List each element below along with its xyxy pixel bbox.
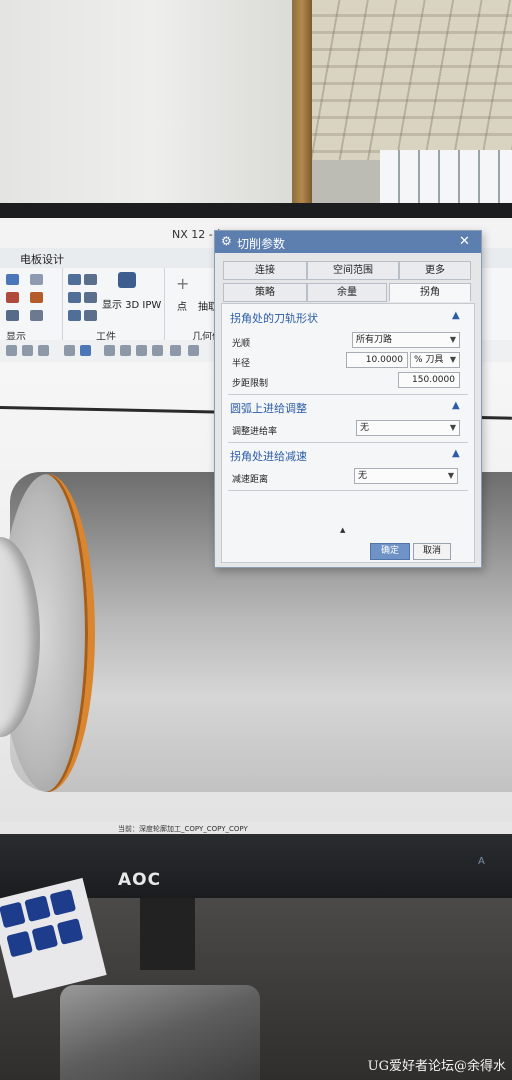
step-limit-input[interactable]: 150.0000 xyxy=(398,372,460,388)
cube-cell xyxy=(0,901,26,929)
monitor-power-indicator: A xyxy=(478,856,485,867)
box-select-icon[interactable] xyxy=(38,345,49,356)
target-icon[interactable] xyxy=(6,310,19,321)
decel-distance-select[interactable]: 无 ▼ xyxy=(354,468,458,484)
decel-distance-label: 减速距离 xyxy=(232,475,269,485)
tool-icon[interactable] xyxy=(118,272,136,288)
smoothing-label: 光顺 xyxy=(232,339,251,349)
dialog-titlebar[interactable]: ⚙ 切削参数 ✕ xyxy=(215,231,481,253)
monitor-stand xyxy=(140,898,195,970)
cube-icon[interactable] xyxy=(80,345,91,356)
smoothing-value: 所有刀路 xyxy=(356,335,393,345)
status-text: 当前：深度轮廓加工_COPY_COPY_COPY xyxy=(118,825,248,833)
select-icon[interactable] xyxy=(22,345,33,356)
rotate-icon[interactable] xyxy=(136,345,147,356)
tab-corners[interactable]: 拐角 xyxy=(389,283,471,302)
shade-icon[interactable] xyxy=(64,345,75,356)
monitor-screen: NX 12 - 加工 电板设计 显示 显示 3D IPW 工件 + 点 抽取 几… xyxy=(0,218,512,834)
step-limit-label: 步距限制 xyxy=(232,379,269,389)
factory-window xyxy=(380,150,512,210)
section-arc-feed-header[interactable]: 圆弧上进给调整 xyxy=(230,400,307,416)
play-icon[interactable] xyxy=(68,274,81,285)
radius-unit-select[interactable]: % 刀具 ▼ xyxy=(410,352,460,368)
chevron-down-icon: ▼ xyxy=(449,355,456,364)
verify-icon[interactable] xyxy=(68,292,81,303)
collapse-icon[interactable]: ▲ xyxy=(452,448,460,459)
cube-cell xyxy=(56,918,84,945)
status-bar xyxy=(0,822,512,834)
tab-connect[interactable]: 连接 xyxy=(223,261,307,280)
collapse-icon[interactable]: ▲ xyxy=(452,310,460,321)
layer-icon[interactable] xyxy=(30,274,43,285)
chevron-down-icon: ▼ xyxy=(447,471,454,480)
watermark: UG爱好者论坛@余得水 xyxy=(367,1059,506,1074)
cube-cell xyxy=(24,895,51,922)
render-icon[interactable] xyxy=(170,345,181,356)
feed-rate-label: 调整进给率 xyxy=(232,427,278,437)
monitor-bezel-top xyxy=(0,203,512,219)
play-step-icon[interactable] xyxy=(84,274,97,285)
collapse-icon[interactable]: ▲ xyxy=(452,400,460,411)
zoom-icon[interactable] xyxy=(120,345,131,356)
cube-cell xyxy=(31,924,59,952)
wooden-pillar xyxy=(292,0,312,210)
section-corner-decel-header[interactable]: 拐角处进给减速 xyxy=(230,448,307,464)
radius-label: 半径 xyxy=(232,359,251,369)
chevron-down-icon: ▼ xyxy=(449,423,456,432)
hammer-icon[interactable] xyxy=(30,292,43,303)
monitor-brand-logo: AOC xyxy=(118,870,162,890)
show-3d-ipw-button[interactable]: 显示 3D IPW xyxy=(102,296,161,311)
replay-icon[interactable] xyxy=(68,310,81,321)
curve-icon[interactable] xyxy=(6,292,19,303)
radius-unit-value: % 刀具 xyxy=(414,355,444,365)
display-mode-icon[interactable] xyxy=(188,345,199,356)
simulate-icon[interactable] xyxy=(84,292,97,303)
menu-item-board-design[interactable]: 电板设计 xyxy=(20,251,64,267)
tab-strategy[interactable]: 策略 xyxy=(223,283,307,302)
close-icon[interactable]: ✕ xyxy=(459,234,470,249)
ok-button[interactable]: 确定 xyxy=(370,543,410,560)
section-divider xyxy=(228,490,468,491)
pen-icon[interactable] xyxy=(30,310,43,321)
cube-cell xyxy=(49,889,77,916)
point-icon[interactable]: + xyxy=(176,274,189,293)
ribbon-divider xyxy=(62,268,63,340)
section-corner-shape-header[interactable]: 拐角处的刀轨形状 xyxy=(230,310,318,326)
fit-icon[interactable] xyxy=(104,345,115,356)
cancel-button[interactable]: 取消 xyxy=(413,543,451,560)
tab-stock[interactable]: 余量 xyxy=(307,283,387,302)
ceiling-beams xyxy=(312,0,512,165)
tab-space-range[interactable]: 空间范围 xyxy=(307,261,399,280)
cutting-params-dialog: ⚙ 切削参数 ✕ 连接 空间范围 更多 策略 余量 拐角 拐角处的刀轨形状 ▲ … xyxy=(214,230,482,568)
chevron-down-icon: ▼ xyxy=(449,335,456,344)
dialog-title: 切削参数 xyxy=(237,237,286,251)
path-icon[interactable] xyxy=(84,310,97,321)
tab-more[interactable]: 更多 xyxy=(399,261,471,280)
decel-distance-value: 无 xyxy=(358,471,368,481)
filter-icon[interactable] xyxy=(6,345,17,356)
point-button[interactable]: 点 xyxy=(177,298,187,313)
pan-icon[interactable] xyxy=(152,345,163,356)
corners-panel: 拐角处的刀轨形状 ▲ 光顺 所有刀路 ▼ 半径 10.0000 % 刀具 ▼ 步… xyxy=(221,303,475,563)
metal-fixture xyxy=(60,985,260,1080)
feed-rate-value: 无 xyxy=(360,423,370,433)
feed-rate-select[interactable]: 无 ▼ xyxy=(356,420,460,436)
section-divider xyxy=(228,442,468,443)
expand-icon[interactable]: ▲ xyxy=(340,526,345,534)
cube-cell xyxy=(6,930,33,958)
view-icon[interactable] xyxy=(6,274,19,285)
section-divider xyxy=(228,394,468,395)
smoothing-select[interactable]: 所有刀路 ▼ xyxy=(352,332,460,348)
radius-input[interactable]: 10.0000 xyxy=(346,352,408,368)
gear-icon: ⚙ xyxy=(221,234,232,248)
ribbon-divider xyxy=(164,268,165,340)
